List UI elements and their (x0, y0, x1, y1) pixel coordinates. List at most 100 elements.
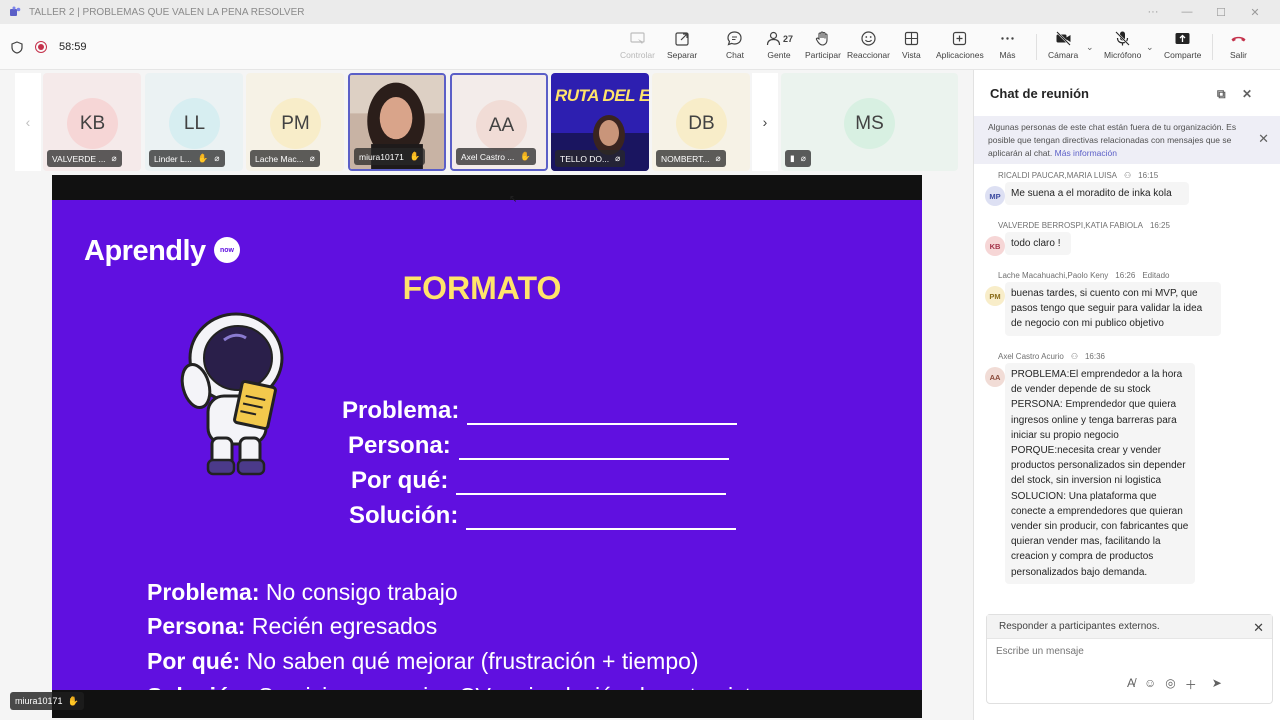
close-banner-icon[interactable]: ✕ (1258, 132, 1269, 145)
control-label: Controlar (620, 50, 655, 60)
send-icon[interactable]: ➤ (1212, 676, 1222, 693)
hand-icon: ✋ (197, 153, 209, 163)
camera-button[interactable]: Cámara (1048, 30, 1078, 66)
format-row-por-que: Por qué: (351, 467, 727, 495)
participant-tile[interactable]: PM Lache Mac... ⌀ (246, 73, 344, 171)
emoji-icon[interactable]: ☺ (1144, 676, 1156, 693)
blank-line (458, 446, 729, 460)
reply-external-header: Responder a participantes externos. ✕ (987, 615, 1272, 639)
blank-line (466, 516, 737, 530)
view-button[interactable]: Vista (902, 30, 921, 66)
example-value: Recién egresados (245, 613, 438, 639)
avatar: LL (169, 98, 220, 149)
control-button[interactable]: Controlar (620, 30, 655, 66)
aprendly-logo: Aprendly (84, 235, 206, 267)
compose-tools: A̸ ☺ ◎ ＋ ➤ (1127, 676, 1222, 693)
raise-hand-button[interactable]: Participar (805, 30, 841, 66)
meeting-chat-panel: Chat de reunión ⧉ ✕ Algunas personas de … (973, 70, 1280, 720)
message-meta: Axel Castro Acurio ⚇ 16:36 (998, 352, 1105, 361)
example-por-que: Por qué: No saben qué mejorar (frustraci… (147, 648, 699, 675)
view-label: Vista (902, 50, 921, 60)
participant-tile[interactable]: KB VALVERDE ... ⌀ (43, 73, 141, 171)
shield-icon[interactable] (11, 40, 23, 54)
avatar: AA (985, 367, 1005, 387)
message-compose-box: Responder a participantes externos. ✕ A̸… (986, 614, 1273, 704)
raise-hand-icon (816, 31, 829, 46)
message-bubble: PROBLEMA:El emprendedor a la hora de ven… (1005, 363, 1195, 584)
participant-name-tag: ▮ ⌀ (785, 150, 811, 167)
format-row-solucion: Solución: (349, 502, 737, 530)
message-input[interactable] (996, 646, 1256, 657)
minimize-button[interactable]: — (1170, 0, 1204, 24)
example-value: No saben qué mejorar (frustración + tiem… (240, 648, 699, 674)
strip-prev-icon[interactable]: ‹ (15, 73, 41, 171)
message-meta: RICALDI PAUCAR,MARIA LUISA ⚇ 16:15 (998, 171, 1158, 180)
strip-next-icon[interactable]: › (752, 73, 778, 171)
meeting-timer: 58:59 (59, 41, 87, 53)
chat-button[interactable]: Chat (722, 30, 748, 72)
reply-external-text: Responder a participantes externos. (999, 621, 1160, 632)
participant-name-tag: Linder L... ✋ ⌀ (149, 150, 225, 167)
leave-button[interactable]: Salir (1230, 30, 1247, 66)
more-options-icon[interactable]: ··· (1136, 0, 1170, 24)
message-time: 16:36 (1084, 352, 1106, 361)
avatar: MP (985, 186, 1005, 206)
avatar: AA (476, 100, 527, 151)
format-icon[interactable]: A̸ (1127, 676, 1135, 693)
presentation-bottom-bar (52, 690, 922, 718)
people-label: Gente (767, 50, 791, 60)
shared-presentation: Aprendly now FORMATO Problema: Persona: … (52, 175, 922, 718)
chat-message-list[interactable]: RICALDI PAUCAR,MARIA LUISA ⚇ 16:15 MP Me s… (974, 168, 1280, 678)
participant-tile[interactable]: DB NOMBERT... ⌀ (652, 73, 750, 171)
example-problema: Problema: No consigo trabajo (147, 579, 458, 606)
participant-name: VALVERDE ... (52, 153, 106, 164)
teams-icon (10, 6, 21, 16)
message-time: 16:25 (1149, 221, 1170, 230)
react-button[interactable]: Reaccionar (847, 30, 890, 66)
format-row-persona: Persona: (348, 432, 729, 460)
close-reply-icon[interactable]: ✕ (1253, 620, 1264, 636)
participant-name: Linder L... (154, 153, 192, 164)
popout-chat-icon[interactable]: ⧉ (1217, 87, 1229, 101)
presentation-top-bar (52, 175, 922, 200)
hang-up-icon (1231, 36, 1246, 42)
apps-button[interactable]: Aplicaciones (936, 30, 984, 66)
maximize-button[interactable]: ☐ (1204, 0, 1238, 24)
more-label: Más (999, 50, 1016, 60)
window-titlebar: TALLER 2 | PROBLEMAS QUE VALEN LA PENA R… (0, 0, 1280, 24)
video-overlay-text: RUTA DEL EMPRENDEDOR (555, 86, 649, 105)
camera-options-chevron-icon[interactable]: ⌄ (1086, 42, 1094, 53)
close-window-button[interactable]: ✕ (1238, 0, 1272, 24)
microphone-label: Micrófono (1104, 50, 1142, 60)
microphone-button[interactable]: Micrófono (1104, 30, 1141, 66)
participant-tile[interactable]: LL Linder L... ✋ ⌀ (145, 73, 243, 171)
participant-tile[interactable]: MS ▮ ⌀ (781, 73, 958, 171)
people-count: 27 (783, 33, 794, 44)
chat-icon (727, 31, 743, 46)
camera-off-icon (1055, 31, 1071, 46)
participant-tile[interactable]: AA Axel Castro ... ✋ (450, 73, 548, 171)
message-meta: VALVERDE BERROSPI,KATIA FABIOLA 16:25 (998, 221, 1170, 230)
popout-button[interactable]: Separar (667, 30, 697, 66)
participant-name: Axel Castro ... (461, 151, 515, 162)
participant-tile-video[interactable]: RUTA DEL EMPRENDEDOR TELLO DO... ⌀ (551, 73, 649, 171)
slide-title: FORMATO (402, 270, 562, 306)
smile-icon (861, 31, 876, 46)
share-icon (1175, 33, 1190, 44)
share-button[interactable]: Comparte (1164, 30, 1201, 66)
example-persona: Persona: Recién egresados (147, 613, 437, 640)
people-button[interactable]: 27 Gente (765, 30, 793, 66)
close-chat-icon[interactable]: ✕ (1242, 87, 1254, 101)
external-users-banner: Algunas personas de este chat están fuer… (974, 116, 1280, 164)
sticker-icon[interactable]: ◎ (1165, 676, 1175, 693)
participant-tile-video[interactable]: miura10171 ✋ (348, 73, 446, 171)
control-icon (630, 32, 645, 44)
meeting-stage: ‹ KB VALVERDE ... ⌀ LL Linder L... ✋ ⌀ PM L… (0, 70, 973, 720)
more-button[interactable]: Más (999, 30, 1016, 66)
avatar: MS (844, 98, 895, 149)
mic-options-chevron-icon[interactable]: ⌄ (1146, 42, 1154, 53)
more-info-link[interactable]: Más información (1055, 148, 1117, 158)
attach-plus-icon[interactable]: ＋ (1185, 676, 1197, 693)
format-label: Problema: (342, 397, 460, 424)
react-label: Reaccionar (847, 50, 890, 60)
